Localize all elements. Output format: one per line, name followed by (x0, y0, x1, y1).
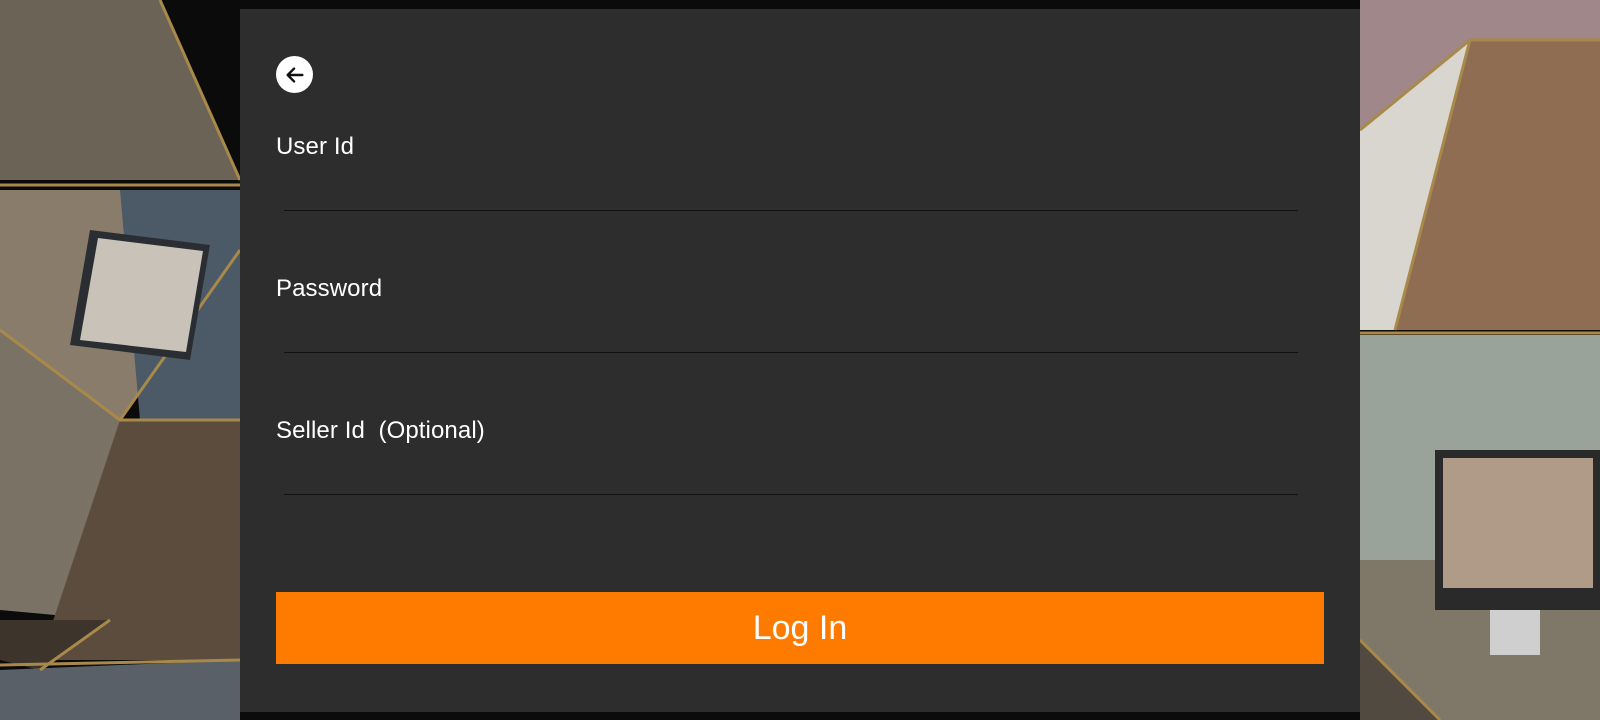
password-input[interactable] (284, 317, 1298, 353)
password-field: Password (276, 275, 1306, 365)
login-screen: User Id Password Seller Id (Optional) Lo… (0, 0, 1600, 720)
login-panel: User Id Password Seller Id (Optional) Lo… (240, 9, 1360, 712)
login-button[interactable]: Log In (276, 592, 1324, 664)
arrow-left-icon (285, 66, 304, 83)
user-id-label: User Id (276, 133, 355, 160)
seller-id-field: Seller Id (Optional) (276, 417, 1306, 507)
seller-id-label: Seller Id (Optional) (276, 417, 485, 444)
seller-id-input[interactable] (284, 459, 1298, 495)
password-label: Password (276, 275, 383, 302)
user-id-input[interactable] (284, 175, 1298, 211)
back-button[interactable] (276, 56, 313, 93)
user-id-field: User Id (276, 133, 1306, 223)
